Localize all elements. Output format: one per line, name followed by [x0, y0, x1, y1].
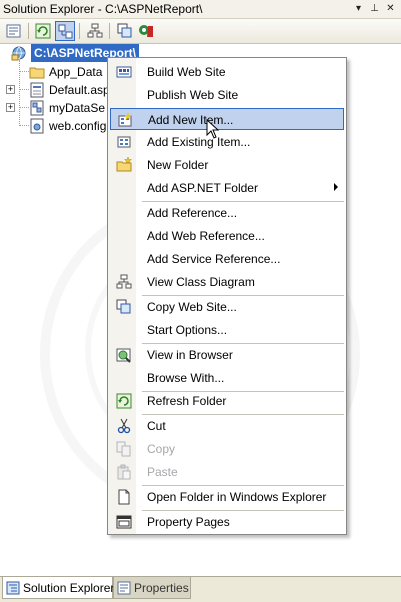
menu-item-paste[interactable]: Paste: [110, 461, 344, 483]
properties-button[interactable]: [4, 21, 24, 41]
menu-item-label: Add Web Reference...: [147, 229, 265, 243]
class-diagram-icon: [116, 274, 132, 290]
tree-item-label: Default.asp: [49, 83, 110, 97]
new-folder-icon: [116, 156, 133, 173]
copy-web-site-button[interactable]: [115, 21, 135, 41]
tab-label: Properties: [134, 581, 189, 595]
menu-item-add-service-reference[interactable]: Add Service Reference...: [110, 248, 344, 270]
nest-related-files-icon: [58, 24, 73, 39]
folder-icon: [29, 64, 45, 80]
menu-item-label: Property Pages: [147, 515, 230, 529]
menu-item-label: Build Web Site: [147, 65, 226, 79]
window-title: Solution Explorer - C:\ASPNetReport\: [3, 2, 203, 16]
menu-item-label: New Folder: [147, 158, 209, 172]
config-file-icon: [29, 118, 45, 134]
menu-item-label: Paste: [147, 465, 178, 479]
dataset-icon: [29, 100, 45, 116]
menu-item-copy[interactable]: Copy: [110, 438, 344, 460]
nest-related-files-button[interactable]: [55, 21, 75, 41]
menu-item-add-new-item[interactable]: Add New Item...: [110, 108, 344, 130]
expand-dataset-icon[interactable]: +: [6, 103, 15, 112]
title-bar: Solution Explorer - C:\ASPNetReport\ ▾ ⊥…: [0, 0, 401, 19]
menu-item-view-class-diagram[interactable]: View Class Diagram: [110, 271, 344, 293]
expand-default-aspx-icon[interactable]: +: [6, 85, 15, 94]
menu-item-add-asp-net-folder[interactable]: Add ASP.NET Folder: [110, 177, 344, 199]
tab-properties[interactable]: Properties: [113, 577, 191, 599]
aspx-page-icon: [29, 82, 45, 98]
menu-item-build-web-site[interactable]: Build Web Site: [110, 61, 344, 83]
menu-item-browse-with[interactable]: Browse With...: [110, 367, 344, 389]
auto-hide-pin-icon[interactable]: ⊥: [367, 1, 382, 16]
refresh-icon: [116, 393, 132, 409]
context-menu: Build Web Site Publish Web Site Add New …: [107, 57, 347, 535]
submenu-arrow-icon: [334, 183, 338, 191]
mouse-pointer-icon: [206, 119, 220, 139]
refresh-icon: [35, 23, 51, 39]
tool-window-tabs: Solution Explorer Properties: [0, 576, 401, 602]
menu-item-label: Copy Web Site...: [147, 300, 237, 314]
view-class-diagram-button[interactable]: [85, 21, 105, 41]
menu-item-add-existing-item[interactable]: Add Existing Item...: [110, 131, 344, 153]
menu-item-new-folder[interactable]: New Folder: [110, 154, 344, 176]
menu-item-label: Add Service Reference...: [147, 252, 281, 266]
refresh-button[interactable]: [33, 21, 53, 41]
build-icon: [116, 64, 132, 80]
property-pages-icon: [116, 514, 132, 530]
menu-item-publish-web-site[interactable]: Publish Web Site: [110, 84, 344, 106]
menu-item-label: Add ASP.NET Folder: [147, 181, 258, 195]
tree-item-label: App_Data: [49, 65, 103, 79]
menu-item-label: Start Options...: [147, 323, 228, 337]
menu-item-start-options[interactable]: Start Options...: [110, 319, 344, 341]
menu-item-label: View in Browser: [147, 348, 233, 362]
web-site-project-icon: [11, 45, 27, 61]
window-position-dropdown-icon[interactable]: ▾: [351, 1, 366, 16]
view-in-browser-icon: [116, 347, 132, 363]
menu-item-label: Add Existing Item...: [147, 135, 251, 149]
menu-item-label: View Class Diagram: [147, 275, 255, 289]
solution-explorer-toolbar: [0, 19, 401, 44]
view-class-diagram-icon: [87, 23, 103, 38]
tree-item-label: web.config: [49, 119, 107, 133]
menu-item-view-in-browser[interactable]: View in Browser: [110, 344, 344, 366]
menu-item-label: Add Reference...: [147, 206, 238, 220]
menu-item-label: Cut: [147, 419, 166, 433]
menu-item-label: Add New Item...: [148, 113, 234, 127]
paste-icon: [116, 464, 132, 480]
close-icon[interactable]: ✕: [383, 1, 398, 16]
asp-net-configuration-icon: [139, 25, 153, 37]
tab-label: Solution Explorer: [23, 581, 115, 595]
menu-item-label: Refresh Folder: [147, 394, 227, 408]
menu-item-label: Browse With...: [147, 371, 225, 385]
menu-item-property-pages[interactable]: Property Pages: [110, 511, 344, 533]
solution-explorer-icon: [6, 581, 20, 595]
tree-item-label: myDataSe: [49, 101, 106, 115]
menu-item-refresh-folder[interactable]: Refresh Folder: [110, 390, 344, 412]
copy-web-site-icon: [117, 23, 132, 38]
menu-item-label: Copy: [147, 442, 176, 456]
properties-icon: [117, 581, 131, 595]
tab-solution-explorer[interactable]: Solution Explorer: [2, 577, 115, 599]
menu-item-add-reference[interactable]: Add Reference...: [110, 202, 344, 224]
menu-item-add-web-reference[interactable]: Add Web Reference...: [110, 225, 344, 247]
menu-item-copy-web-site[interactable]: Copy Web Site...: [110, 296, 344, 318]
copy-icon: [116, 441, 132, 457]
menu-item-label: Publish Web Site: [147, 88, 239, 102]
menu-item-open-folder-in-explorer[interactable]: Open Folder in Windows Explorer: [110, 486, 344, 508]
add-existing-item-icon: [116, 134, 132, 150]
properties-icon: [6, 24, 21, 38]
menu-item-label: Open Folder in Windows Explorer: [147, 490, 327, 504]
open-folder-icon: [116, 489, 132, 505]
add-new-item-icon: [117, 112, 133, 128]
copy-web-site-icon: [116, 299, 132, 315]
cut-icon: [116, 418, 132, 434]
menu-item-cut[interactable]: Cut: [110, 415, 344, 437]
asp-net-configuration-button[interactable]: [136, 21, 156, 41]
